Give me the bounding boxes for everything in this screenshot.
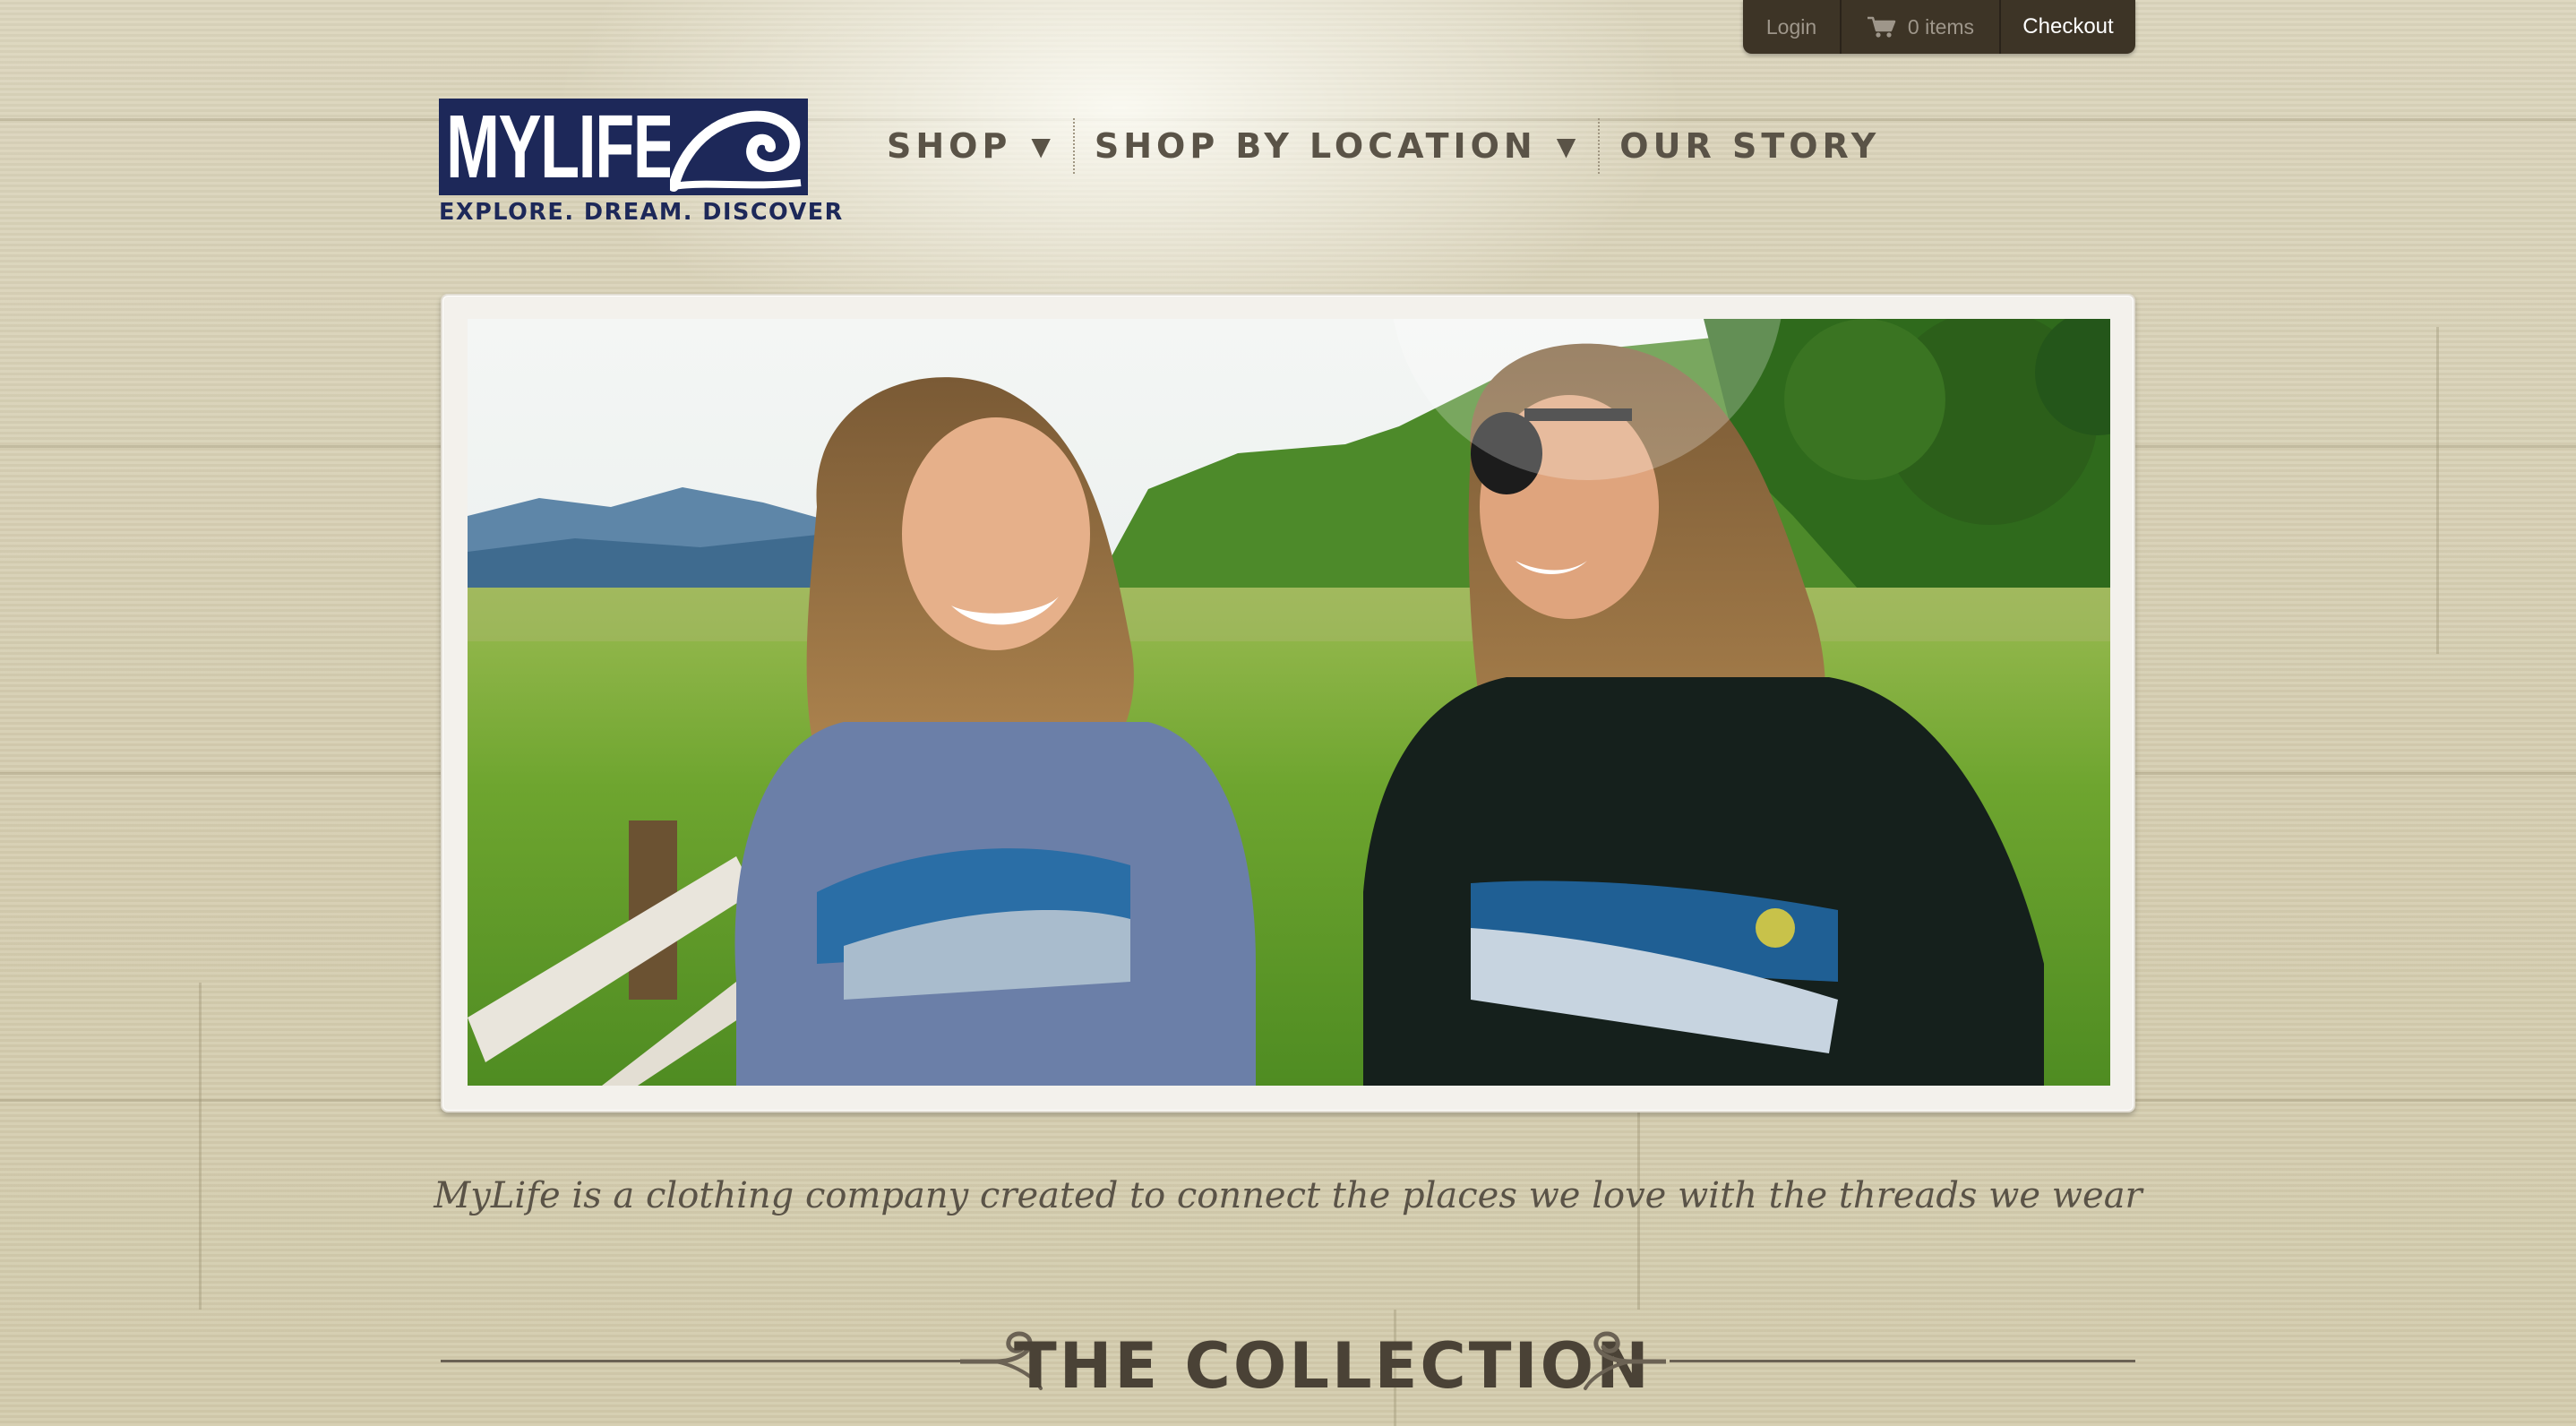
logo-wordmark-text: MYLIFE [446, 99, 676, 195]
hero-frame [441, 294, 2135, 1112]
cart-link[interactable]: 0 items [1842, 0, 2001, 54]
collection-title: THE COLLECTION [1014, 1329, 1652, 1403]
checkout-button[interactable]: Checkout [2001, 0, 2135, 54]
divider-line [1670, 1360, 2135, 1362]
swirl-ornament-icon [1584, 1331, 1666, 1390]
nav-item-label: OUR STORY [1619, 126, 1881, 166]
site-logo[interactable]: MYLIFE EXPLORE. DREAM. DISCOVER [439, 99, 844, 229]
dropdown-arrow-icon: ▼ [1031, 131, 1055, 161]
plank-seam [2436, 327, 2439, 654]
dropdown-arrow-icon: ▼ [1556, 131, 1581, 161]
divider-line [441, 1360, 996, 1362]
plank-seam [199, 983, 202, 1310]
cart-count: 0 items [1907, 14, 1975, 39]
login-link[interactable]: Login [1743, 0, 1842, 54]
collection-heading-block: THE COLLECTION [441, 1326, 2135, 1412]
nav-item-our-story[interactable]: OUR STORY [1601, 126, 1898, 166]
nav-item-shop[interactable]: SHOP ▼ [887, 126, 1073, 166]
hero-image [468, 319, 2110, 1086]
main-nav: SHOP ▼ SHOP BY LOCATION ▼ OUR STORY [887, 116, 1898, 176]
hero-photo[interactable] [468, 319, 2110, 1086]
logo-tagline: EXPLORE. DREAM. DISCOVER [439, 199, 844, 226]
cart-icon [1867, 16, 1896, 38]
nav-item-label: SHOP [887, 126, 1012, 166]
nav-item-shop-by-location[interactable]: SHOP BY LOCATION ▼ [1077, 126, 1598, 166]
logo-wave-icon [670, 104, 804, 193]
nav-item-label: SHOP BY LOCATION [1094, 126, 1537, 166]
intro-tagline: MyLife is a clothing company created to … [434, 1175, 2142, 1216]
utility-bar: Login 0 items Checkout [1743, 0, 2135, 54]
